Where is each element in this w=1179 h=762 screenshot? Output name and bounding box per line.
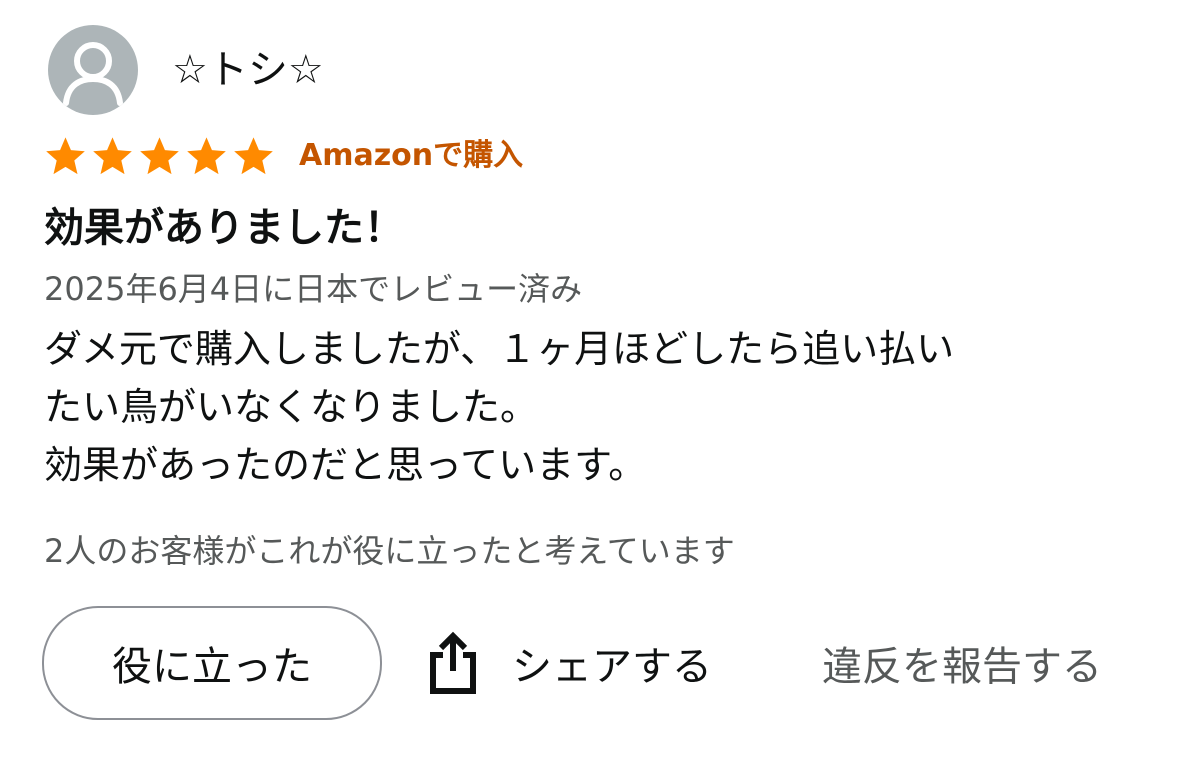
- helpful-button[interactable]: 役に立った: [42, 606, 382, 720]
- share-label: シェアする: [512, 644, 712, 690]
- review-date: 2025年6月4日に日本でレビュー済み: [44, 270, 583, 308]
- reviewer-name[interactable]: ☆トシ☆: [172, 46, 324, 94]
- share-up-arrow-icon: [430, 631, 476, 694]
- review-body-line: たい鳥がいなくなりました。: [44, 385, 539, 429]
- review-body: ダメ元で購入しましたが、１ヶ月ほどしたら追い払い たい鳥がいなくなりました。 効…: [44, 320, 1144, 494]
- star-filled-icon: [93, 136, 132, 174]
- helpful-count-text: 2人のお客様がこれが役に立ったと考えています: [44, 532, 735, 570]
- star-filled-icon: [140, 136, 179, 174]
- review-title: 効果がありました！: [44, 205, 404, 251]
- avatar[interactable]: [48, 25, 138, 115]
- star-filled-icon: [187, 136, 226, 174]
- star-rating[interactable]: [42, 134, 277, 179]
- star-filled-icon: [46, 136, 85, 174]
- report-abuse-link[interactable]: 違反を報告する: [822, 618, 1102, 708]
- rating-row: Amazonで購入: [42, 132, 523, 180]
- review-body-line: ダメ元で購入しましたが、１ヶ月ほどしたら追い払い: [44, 327, 955, 371]
- review-actions: 役に立った シェアする 違反を報告する: [42, 606, 1152, 722]
- verified-purchase-badge: Amazonで購入: [299, 138, 524, 173]
- user-silhouette-icon: [63, 42, 123, 106]
- reviewer-profile[interactable]: ☆トシ☆: [48, 25, 324, 115]
- star-filled-icon: [234, 136, 273, 174]
- review-card: ☆トシ☆ Amazonで購入 効果がありました！ 2025年6月4日に日本でレビ…: [0, 0, 1179, 762]
- share-button[interactable]: シェアする: [426, 618, 712, 708]
- review-body-line: 効果があったのだと思っています。: [44, 443, 647, 487]
